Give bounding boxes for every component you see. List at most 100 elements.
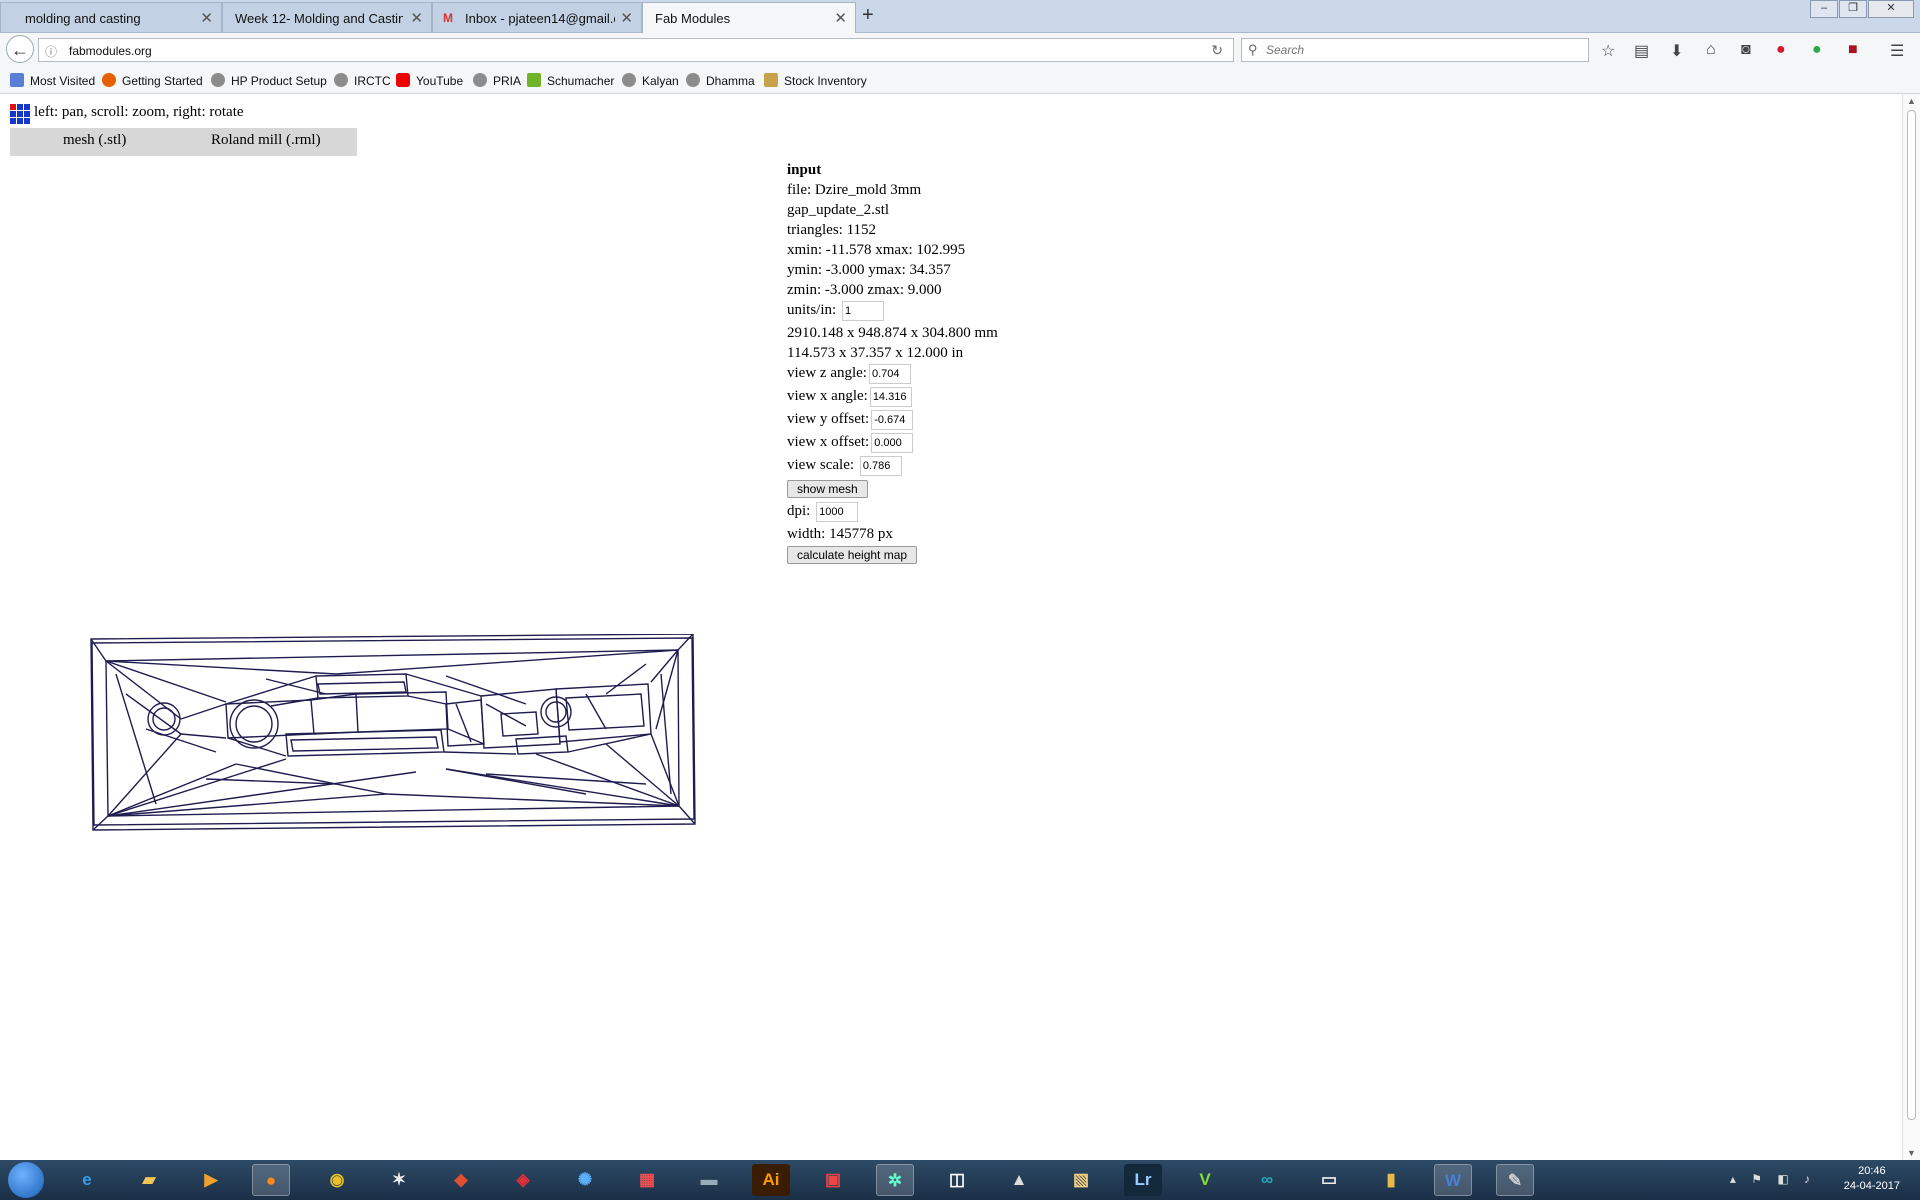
panel-heading: input <box>787 162 822 178</box>
close-icon[interactable]: ✕ <box>410 9 423 27</box>
app-icon[interactable]: ▧ <box>1062 1164 1100 1196</box>
calculate-height-map-button[interactable]: calculate height map <box>787 546 918 564</box>
pinterest-icon[interactable]: ● <box>1776 41 1786 59</box>
tab-molding-and-casting[interactable]: molding and casting ✕ <box>0 2 222 32</box>
chart-icon <box>764 73 778 87</box>
app-icon[interactable]: ✶ <box>380 1164 418 1196</box>
url-bar[interactable]: ⓘ fabmodules.org ↻ <box>38 38 1234 62</box>
bookmark-most-visited[interactable]: Most Visited <box>10 73 95 88</box>
bookmark-dhamma[interactable]: Dhamma <box>686 73 755 88</box>
search-input[interactable] <box>1264 42 1568 58</box>
view-y-offset-input[interactable] <box>871 409 914 430</box>
vectorworks-icon[interactable]: V <box>1186 1164 1224 1196</box>
scroll-down-arrow-icon[interactable]: ▼ <box>1907 1148 1916 1158</box>
info-icon[interactable]: ⓘ <box>45 43 57 60</box>
vertical-scrollbar[interactable]: ▲ ▼ <box>1902 94 1920 1160</box>
start-button[interactable] <box>8 1162 44 1198</box>
app-icon[interactable]: ▬ <box>690 1164 728 1196</box>
arduino-icon[interactable]: ∞ <box>1248 1164 1286 1196</box>
minimize-button[interactable]: – <box>1810 0 1838 18</box>
inkscape-icon[interactable]: ▲ <box>1000 1164 1038 1196</box>
bookmark-stock-inventory[interactable]: Stock Inventory <box>764 73 867 88</box>
view-scale-input[interactable] <box>859 455 902 476</box>
tab-fab-modules[interactable]: Fab Modules ✕ <box>642 2 856 33</box>
tab-inbox[interactable]: M Inbox - pjateen14@gmail.cor ✕ <box>432 2 642 32</box>
calculate-row: calculate height map <box>787 544 998 567</box>
units-input[interactable] <box>841 300 884 321</box>
page-content: left: pan, scroll: zoom, right: rotate m… <box>0 94 1902 1160</box>
back-button[interactable]: ← <box>6 35 34 63</box>
app-icon[interactable]: ◆ <box>442 1164 480 1196</box>
bookmark-irctc[interactable]: IRCTC <box>334 73 391 88</box>
navigation-bar: ← ⓘ fabmodules.org ↻ ⚲ ☆ ▤ ⬇ ⌂ ◙ ● ● ■ ☰ <box>0 33 1920 69</box>
chrome-icon[interactable]: ◉ <box>318 1164 356 1196</box>
download-icon[interactable]: ⬇ <box>1670 41 1683 61</box>
paint-icon[interactable]: ✎ <box>1496 1164 1534 1196</box>
bookmark-kalyan[interactable]: Kalyan <box>622 73 679 88</box>
scroll-up-arrow-icon[interactable]: ▲ <box>1907 96 1916 106</box>
lightroom-icon[interactable]: Lr <box>1124 1164 1162 1196</box>
view-x-angle-input[interactable] <box>869 386 912 407</box>
close-icon[interactable]: ✕ <box>620 9 633 27</box>
internet-explorer-icon[interactable]: e <box>68 1164 106 1196</box>
bookmark-youtube[interactable]: YouTube <box>396 73 463 88</box>
firefox-taskbar-icon[interactable]: ● <box>252 1164 290 1196</box>
reload-icon[interactable]: ↻ <box>1211 42 1223 59</box>
media-player-icon[interactable]: ▶ <box>192 1164 230 1196</box>
globe-icon <box>622 73 636 87</box>
close-window-button[interactable]: ✕ <box>1868 0 1914 18</box>
module-menu-bar: mesh (.stl) Roland mill (.rml) <box>10 128 357 156</box>
dpi-input[interactable] <box>816 501 859 522</box>
app-icon[interactable]: ✲ <box>876 1164 914 1196</box>
show-mesh-button[interactable]: show mesh <box>787 480 868 498</box>
globe-icon <box>473 73 487 87</box>
app-icon[interactable]: ◫ <box>938 1164 976 1196</box>
view-x-offset-row: view x offset: <box>787 432 998 455</box>
extension-icon[interactable]: ■ <box>1848 41 1858 59</box>
system-tray[interactable]: ▴ ⚑ ◧ ♪ <box>1730 1172 1816 1186</box>
home-icon[interactable]: ⌂ <box>1706 41 1716 59</box>
search-bar[interactable]: ⚲ <box>1241 38 1589 62</box>
tab-week12[interactable]: Week 12- Molding and Casting | I ✕ <box>222 2 432 32</box>
scrollbar-thumb[interactable] <box>1907 110 1916 1120</box>
bookmark-star-icon[interactable]: ☆ <box>1601 41 1615 61</box>
app-icon[interactable]: ▮ <box>1372 1164 1410 1196</box>
output-process-menu[interactable]: Roland mill (.rml) <box>211 132 321 149</box>
url-text[interactable]: fabmodules.org <box>69 44 152 58</box>
globe-icon <box>334 73 348 87</box>
file-explorer-icon[interactable]: ▰ <box>130 1164 168 1196</box>
windows-taskbar: e ▰ ▶ ● ◉ ✶ ◆ ◈ ✺ ▦ ▬ Ai ▣ ✲ ◫ ▲ ▧ Lr V … <box>0 1160 1920 1200</box>
bookmark-pria[interactable]: PRIA <box>473 73 521 88</box>
mesh-preview-canvas[interactable] <box>86 634 706 864</box>
help-text: left: pan, scroll: zoom, right: rotate <box>34 104 244 120</box>
word-icon[interactable]: W <box>1434 1164 1472 1196</box>
clock[interactable]: 20:46 24-04-2017 <box>1844 1164 1900 1194</box>
reading-list-icon[interactable]: ▤ <box>1634 41 1649 61</box>
view-z-angle-input[interactable] <box>868 363 911 384</box>
new-tab-button[interactable]: + <box>862 4 874 27</box>
sketchup-icon[interactable]: ◈ <box>504 1164 542 1196</box>
menu-icon[interactable]: ☰ <box>1890 41 1904 61</box>
show-mesh-row: show mesh <box>787 478 998 501</box>
app-icon[interactable]: ▦ <box>628 1164 666 1196</box>
close-icon[interactable]: ✕ <box>834 9 847 27</box>
view-x-angle-row: view x angle: <box>787 386 998 409</box>
app-icon[interactable]: ▣ <box>814 1164 852 1196</box>
bookmark-hp-product-setup[interactable]: HP Product Setup <box>211 73 327 88</box>
bookmark-getting-started[interactable]: Getting Started <box>102 73 203 88</box>
app-icon[interactable]: ✺ <box>566 1164 604 1196</box>
mesh-wireframe <box>90 634 696 831</box>
width-px: width: 145778 px <box>787 526 893 542</box>
bookmark-schumacher[interactable]: Schumacher <box>527 73 614 88</box>
pocket-icon[interactable]: ◙ <box>1741 41 1751 59</box>
app-icon[interactable]: ▭ <box>1310 1164 1348 1196</box>
close-icon[interactable]: ✕ <box>200 9 213 27</box>
fab-modules-logo-icon[interactable] <box>10 104 30 124</box>
maximize-button[interactable]: ❐ <box>1839 0 1867 18</box>
input-format-menu[interactable]: mesh (.stl) <box>63 132 126 149</box>
illustrator-icon[interactable]: Ai <box>752 1164 790 1196</box>
grammarly-icon[interactable]: ● <box>1812 41 1822 59</box>
tab-label: Fab Modules <box>655 11 731 26</box>
file-name-line2: gap_update_2.stl <box>787 202 890 218</box>
view-x-offset-input[interactable] <box>871 432 914 453</box>
